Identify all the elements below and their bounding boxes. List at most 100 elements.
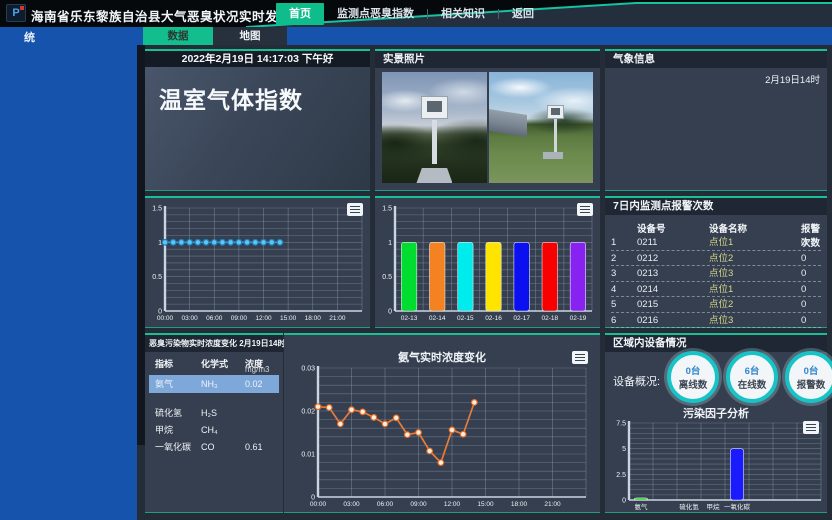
pollutant-row[interactable]: 硫化氢H₂S	[149, 405, 279, 422]
svg-text:02-19: 02-19	[570, 315, 587, 322]
svg-text:氨气: 氨气	[635, 502, 649, 511]
col-indicator: 指标	[155, 357, 173, 370]
svg-text:0: 0	[622, 498, 626, 505]
alarm-table-row: 10211点位10	[611, 235, 821, 251]
alarm-label: 报警数	[797, 377, 826, 391]
svg-text:15:00: 15:00	[477, 501, 494, 508]
chart-menu-icon[interactable]	[577, 203, 593, 216]
pollutant-table-body: 氨气NH₃0.02 硫化氢H₂S甲烷CH₄一氧化碳CO0.61	[149, 375, 279, 456]
svg-text:一氧化碳: 一氧化碳	[724, 502, 751, 511]
site-photos	[382, 72, 593, 183]
svg-text:03:00: 03:00	[343, 501, 360, 508]
alarm-panel-title: 7日内监测点报警次数	[605, 198, 827, 215]
devices-panel: 区域内设备情况 设备概况: 0台 离线数 6台 在线数 0台 报警数 污染因子分…	[605, 333, 827, 513]
svg-text:12:00: 12:00	[444, 501, 461, 508]
alarm-count: 0台	[804, 363, 819, 377]
clock-panel-body: 2022年2月19日 14:17:03 下午好 温室气体指数	[145, 51, 370, 190]
svg-text:1: 1	[158, 240, 162, 247]
app-logo-icon: P	[6, 4, 26, 22]
nh3-trend-panel: 氨气实时浓度变化 00.010.020.0300:0003:0006:0009:…	[284, 333, 600, 513]
svg-text:甲烷: 甲烷	[707, 502, 721, 511]
svg-text:09:00: 09:00	[231, 315, 248, 322]
pollutant-row[interactable]: 甲烷CH₄	[149, 422, 279, 439]
svg-text:硫化氢: 硫化氢	[679, 502, 699, 511]
svg-text:00:00: 00:00	[310, 501, 327, 508]
online-count: 6台	[745, 363, 760, 377]
weather-timestamp: 2月19日14时	[765, 72, 820, 86]
photos-panel-title: 实景照片	[375, 51, 600, 68]
concentration-unit: mg/m3	[245, 365, 269, 374]
app-title-wrap: 统	[24, 29, 35, 45]
svg-text:02-18: 02-18	[541, 315, 558, 322]
nav-knowledge[interactable]: 相关知识	[428, 3, 498, 25]
monitoring-device-image	[547, 105, 564, 119]
svg-text:06:00: 06:00	[377, 501, 394, 508]
nav-odor-index[interactable]: 监测点恶臭指数	[324, 3, 427, 25]
alarm-table-row: 20212点位20	[611, 251, 821, 267]
svg-text:09:00: 09:00	[410, 501, 427, 508]
roadside-wall-image	[489, 109, 527, 137]
greenhouse-index-chart-panel: 00.511.500:0003:0006:0009:0012:0015:0018…	[145, 196, 370, 328]
svg-text:00:00: 00:00	[157, 315, 174, 322]
svg-text:03:00: 03:00	[181, 315, 198, 322]
svg-text:0.03: 0.03	[301, 366, 315, 373]
device-pedestal-image	[416, 168, 452, 183]
svg-text:15:00: 15:00	[280, 315, 297, 322]
svg-text:0.5: 0.5	[382, 274, 392, 281]
pollution-factor-bar-chart: 02.557.5氨气硫化氢甲烷一氧化碳	[609, 419, 825, 511]
alarm-table-body: 10211点位1020212点位2030213点位3040214点位105021…	[611, 235, 821, 328]
tab-data[interactable]: 数据	[143, 27, 213, 45]
svg-text:0.5: 0.5	[152, 274, 162, 281]
device-pole-image	[554, 119, 557, 155]
online-count-circle: 6台 在线数	[726, 351, 778, 403]
alarm-count-circle: 0台 报警数	[785, 351, 832, 403]
offline-label: 离线数	[679, 377, 708, 391]
svg-text:12:00: 12:00	[255, 315, 272, 322]
offline-count-circle: 0台 离线数	[667, 351, 719, 403]
svg-text:1: 1	[388, 240, 392, 247]
svg-text:21:00: 21:00	[329, 315, 346, 322]
devices-panel-title: 区域内设备情况	[605, 335, 827, 352]
svg-text:21:00: 21:00	[544, 501, 561, 508]
chart-menu-icon[interactable]	[347, 203, 363, 216]
offline-count: 0台	[686, 363, 701, 377]
nh3-trend-line-chart: 00.010.020.0300:0003:0006:0009:0012:0015…	[288, 363, 596, 511]
photos-panel: 实景照片	[375, 49, 600, 191]
pollutant-table-panel: 恶臭污染物实时浓度变化 2月19日14时 指标 化学式 浓度 mg/m3 氨气N…	[145, 333, 283, 513]
svg-text:0.02: 0.02	[301, 409, 315, 416]
svg-text:02-14: 02-14	[429, 315, 446, 322]
alarm-table-row: 50215点位20	[611, 297, 821, 313]
device-overview-label: 设备概况:	[613, 373, 660, 389]
svg-text:18:00: 18:00	[305, 315, 322, 322]
svg-text:5: 5	[622, 446, 626, 453]
alarm-table-row: 30213点位30	[611, 266, 821, 282]
device-pedestal-image	[543, 152, 563, 159]
daily-index-chart-panel: 00.511.502-1302-1402-1502-1602-1702-1802…	[375, 196, 600, 328]
main-nav: 首页 监测点恶臭指数 相关知识 返回	[276, 3, 547, 25]
pollutant-row[interactable]: 一氧化碳CO0.61	[149, 439, 279, 456]
nav-home[interactable]: 首页	[276, 3, 324, 25]
svg-text:02-16: 02-16	[485, 315, 502, 322]
chart-menu-icon[interactable]	[803, 421, 819, 434]
svg-text:02-13: 02-13	[401, 315, 418, 322]
svg-text:1.5: 1.5	[152, 206, 162, 213]
tab-map[interactable]: 地图	[213, 27, 287, 45]
greenhouse-index-line-chart: 00.511.500:0003:0006:0009:0012:0015:0018…	[147, 200, 368, 326]
pollutant-row[interactable]: 氨气NH₃0.02	[149, 375, 279, 393]
svg-text:02-17: 02-17	[513, 315, 530, 322]
view-tabs: 数据 地图	[143, 27, 287, 45]
clock-panel: 2022年2月19日 14:17:03 下午好 温室气体指数	[145, 49, 370, 191]
device-pole-image	[432, 120, 437, 164]
chart-menu-icon[interactable]	[572, 351, 588, 364]
svg-text:1.5: 1.5	[382, 206, 392, 213]
pollutant-panel-title: 恶臭污染物实时浓度变化 2月19日14时	[145, 335, 283, 352]
svg-text:18:00: 18:00	[511, 501, 528, 508]
app-title: 海南省乐东黎族自治县大气恶臭状况实时发布系	[31, 6, 304, 25]
online-label: 在线数	[738, 377, 767, 391]
svg-text:0.01: 0.01	[301, 452, 315, 459]
alarm-table-row: 60216点位30	[611, 313, 821, 329]
alarm-table-panel: 7日内监测点报警次数 设备号 设备名称 报警次数 10211点位1020212点…	[605, 196, 827, 328]
sub-header-bar: 统 数据 地图	[0, 27, 832, 45]
nav-back[interactable]: 返回	[499, 3, 547, 25]
svg-text:7.5: 7.5	[616, 421, 626, 428]
